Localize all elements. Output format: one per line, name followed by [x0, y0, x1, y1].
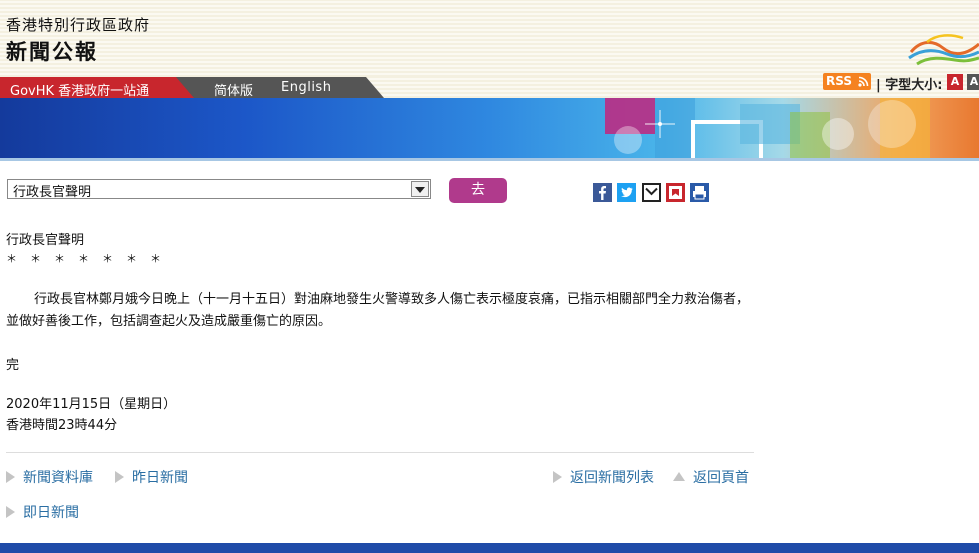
- yesterday-news-link[interactable]: 昨日新聞: [115, 467, 188, 487]
- twitter-icon[interactable]: [617, 183, 636, 202]
- bookmark-icon[interactable]: [666, 183, 685, 202]
- brand-hk-logo-icon: [908, 34, 979, 66]
- arrow-right-icon: [115, 471, 124, 483]
- article-title: 行政長官聲明: [6, 233, 85, 248]
- content-divider: [6, 452, 754, 453]
- news-archive-label: 新聞資料庫: [23, 470, 93, 486]
- footer-bar: [0, 543, 979, 553]
- article-stars-separator: ＊ ＊ ＊ ＊ ＊ ＊ ＊: [6, 252, 162, 265]
- banner-stripe: [0, 158, 979, 161]
- chevron-down-icon[interactable]: [411, 181, 429, 197]
- font-size-label: | 字型大小:: [876, 78, 943, 93]
- today-news-label: 即日新聞: [23, 505, 79, 521]
- government-name: 香港特別行政區政府: [6, 16, 151, 34]
- back-to-news-list-label: 返回新聞列表: [570, 470, 654, 486]
- arrow-up-icon: [673, 472, 685, 481]
- go-button[interactable]: 去: [449, 178, 507, 203]
- category-select[interactable]: 行政長官聲明: [7, 179, 431, 200]
- font-size-large-button[interactable]: A: [967, 74, 979, 90]
- english-link[interactable]: English: [281, 80, 331, 95]
- simplified-chinese-link[interactable]: 简体版: [214, 80, 253, 98]
- rss-label: RSS: [826, 74, 852, 88]
- news-archive-link[interactable]: 新聞資料庫: [6, 467, 93, 487]
- rss-button[interactable]: RSS: [823, 73, 871, 90]
- yesterday-news-label: 昨日新聞: [132, 470, 188, 486]
- page-header: 香港特別行政區政府 新聞公報: [0, 0, 979, 77]
- govhk-label: GovHK 香港政府一站通: [10, 84, 150, 99]
- back-to-top-label: 返回頁首: [693, 470, 749, 486]
- banner-decoration: [605, 98, 930, 158]
- language-switcher: 简体版 English: [176, 77, 384, 98]
- arrow-right-icon: [6, 506, 15, 518]
- press-release-title: 新聞公報: [6, 40, 98, 64]
- font-size-small-button[interactable]: A: [947, 74, 963, 90]
- arrow-right-icon: [6, 471, 15, 483]
- govhk-link[interactable]: GovHK 香港政府一站通: [0, 77, 196, 98]
- article-time: 香港時間23時44分: [6, 418, 118, 433]
- back-to-top-link[interactable]: 返回頁首: [673, 467, 749, 487]
- category-select-value: 行政長官聲明: [13, 185, 92, 200]
- header-banner: [0, 98, 979, 158]
- print-icon[interactable]: [690, 183, 709, 202]
- article-end-mark: 完: [6, 358, 20, 373]
- today-news-link[interactable]: 即日新聞: [6, 502, 79, 522]
- email-icon[interactable]: [642, 183, 661, 202]
- article-date: 2020年11月15日（星期日）: [6, 397, 177, 412]
- arrow-right-icon: [553, 471, 562, 483]
- facebook-icon[interactable]: [593, 183, 612, 202]
- article-body: 行政長官林鄭月娥今日晚上（十一月十五日）對油麻地發生火警導致多人傷亡表示極度哀痛…: [6, 292, 750, 329]
- rss-feed-icon: [858, 76, 869, 87]
- back-to-news-list-link[interactable]: 返回新聞列表: [553, 467, 654, 487]
